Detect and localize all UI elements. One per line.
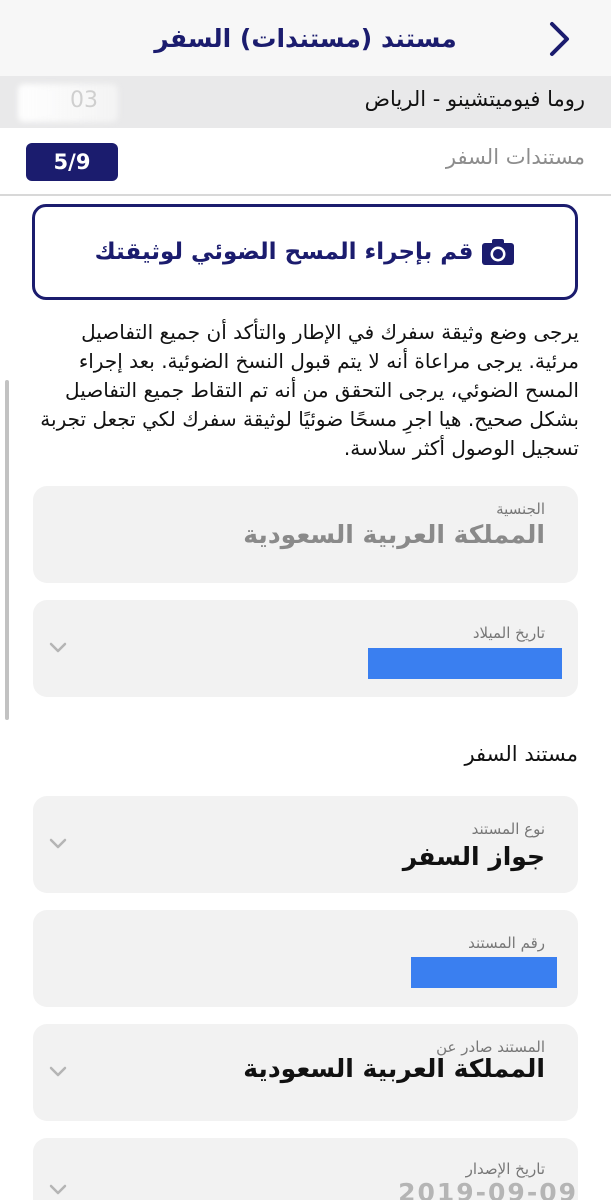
issued-by-value: المملكة العربية السعودية [243,1054,545,1083]
document-number-label: رقم المستند [468,934,545,952]
flight-route: روما فيوميتشينو - الرياض [364,87,585,111]
document-type-label: نوع المستند [471,820,545,838]
scan-button-label: قم بإجراء المسح الضوئي لوثيقتك [94,239,474,265]
scan-instructions: يرجى وضع وثيقة سفرك في الإطار والتأكد أن… [40,320,579,460]
nationality-field[interactable]: الجنسية المملكة العربية السعودية [33,486,578,583]
issued-by-field[interactable]: المستند صادر عن المملكة العربية السعودية [33,1024,578,1121]
nationality-value: المملكة العربية السعودية [243,520,545,549]
flight-route-bar: روما فيوميتشينو - الرياض 03 [0,76,611,128]
birth-date-field[interactable]: تاريخ الميلاد [33,600,578,697]
redacted-blur [18,84,118,122]
chevron-down-icon [49,1066,67,1077]
redacted-birth-date [368,648,562,679]
redacted-document-number [411,957,557,988]
travel-documents-screen: مستند (مستندات) السفر روما فيوميتشينو - … [0,0,611,1200]
top-navigation-bar: مستند (مستندات) السفر [0,0,611,77]
chevron-down-icon [49,838,67,849]
travel-document-section-title: مستند السفر [464,742,578,766]
scan-document-button[interactable]: قم بإجراء المسح الضوئي لوثيقتك [32,204,578,300]
document-type-value: جواز السفر [402,842,545,871]
camera-icon [482,239,515,265]
step-counter-badge: 5/9 [26,143,118,181]
step-title: مستندات السفر [445,145,585,169]
nationality-label: الجنسية [496,500,545,518]
step-header: مستندات السفر 5/9 [0,128,611,196]
chevron-down-icon [49,642,67,653]
page-title: مستند (مستندات) السفر [154,23,457,53]
chevron-down-icon [49,1184,67,1195]
chevron-right-icon [550,22,569,56]
back-button[interactable] [541,20,577,58]
blurred-number: 03 [70,88,98,113]
scroll-indicator[interactable] [5,380,9,720]
issue-date-value: 2019-09-09 [398,1178,578,1200]
issue-date-label: تاريخ الإصدار [465,1160,545,1178]
birth-date-label: تاريخ الميلاد [472,624,545,642]
document-number-field[interactable]: رقم المستند [33,910,578,1007]
document-type-field[interactable]: نوع المستند جواز السفر [33,796,578,893]
